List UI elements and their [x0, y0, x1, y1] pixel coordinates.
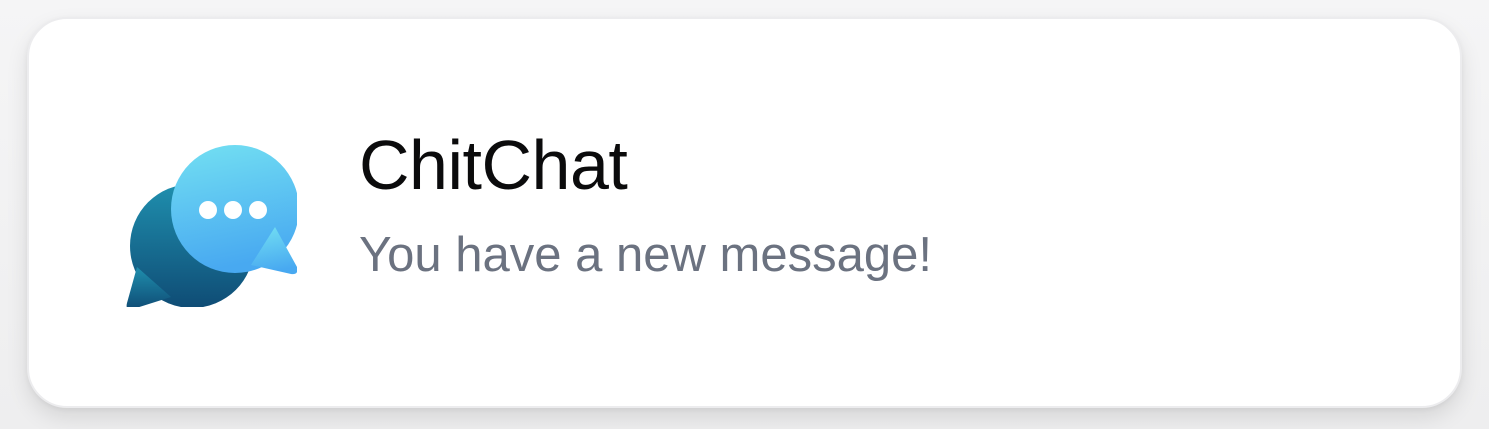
chat-bubbles-icon [125, 127, 297, 307]
notification-card[interactable]: ChitChat You have a new message! [27, 17, 1462, 408]
notification-text: ChitChat You have a new message! [359, 124, 932, 284]
typing-dots [199, 201, 267, 219]
notification-message: You have a new message! [359, 228, 932, 282]
app-name: ChitChat [359, 126, 628, 204]
screen-background: ChitChat You have a new message! [0, 0, 1489, 429]
